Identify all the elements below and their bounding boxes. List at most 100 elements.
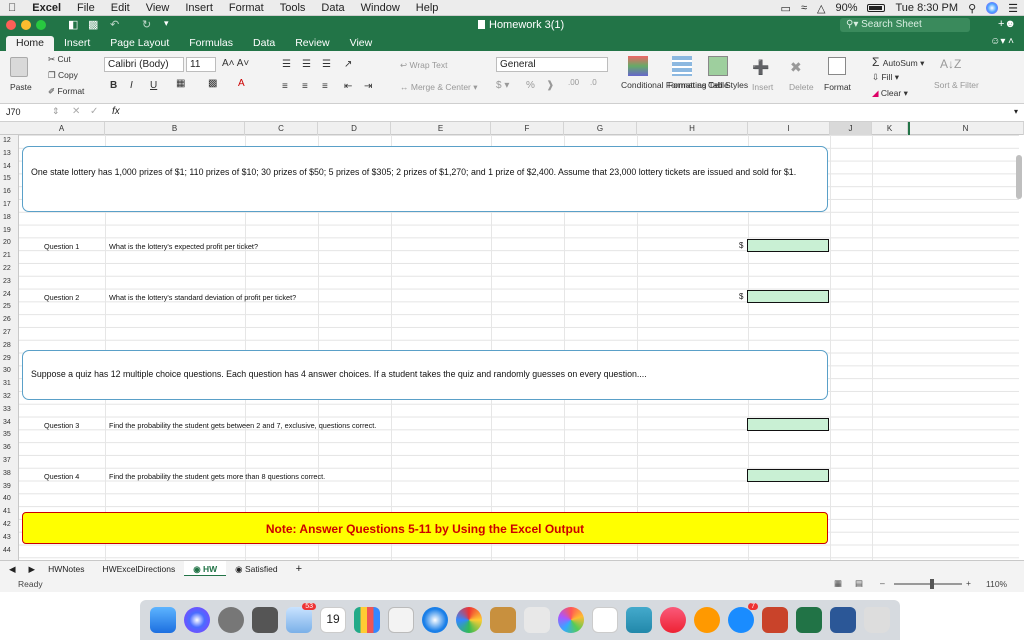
tab-review[interactable]: Review [285,36,339,51]
note-banner[interactable]: Note: Answer Questions 5-11 by Using the… [22,512,828,544]
itunes-icon[interactable] [660,607,686,633]
vertical-scrollbar-thumb[interactable] [1016,155,1022,199]
copy-button[interactable]: ❐ Copy [48,70,78,81]
paste-icon[interactable] [10,57,28,77]
zoom-level[interactable]: 110% [986,579,1007,589]
collapse-ribbon-icon[interactable]: ☺▾ ˄ [990,36,1014,47]
italic-button[interactable]: I [130,80,133,91]
row-header[interactable]: 39 [0,483,19,495]
excel-icon[interactable] [796,607,822,633]
delete-cells-button[interactable]: Delete [789,82,814,92]
format-painter-button[interactable]: ✐ Format [48,86,84,97]
font-color-icon[interactable]: A [238,78,245,89]
page-layout-view-icon[interactable]: ▤ [855,578,863,589]
siri-dock-icon[interactable] [184,607,210,633]
row-header[interactable]: 42 [0,521,19,533]
minimize-window-button[interactable] [21,20,31,30]
row-header[interactable]: 34 [0,419,19,431]
col-header-f[interactable]: F [491,122,564,135]
wifi-icon[interactable]: ≈ [801,2,807,14]
menu-view[interactable]: View [138,2,178,14]
menu-tools[interactable]: Tools [272,2,314,14]
sheet-tab-hwnotes[interactable]: HWNotes [39,561,93,577]
redo-icon[interactable]: ↻ [142,18,151,31]
word-icon[interactable] [830,607,856,633]
notes-folder-icon[interactable] [490,607,516,633]
col-header-j[interactable]: J [830,122,872,135]
q1-answer-cell[interactable] [747,239,829,252]
row-header[interactable]: 33 [0,406,19,418]
underline-button[interactable]: U [150,80,157,91]
notification-center-icon[interactable]: ☰ [1008,2,1018,15]
decrease-indent-icon[interactable]: ⇤ [344,81,352,92]
row-header[interactable]: 19 [0,227,19,239]
currency-icon[interactable]: $ ▾ [496,80,509,91]
row-header[interactable]: 14 [0,163,19,175]
align-bottom-icon[interactable]: ☰ [322,59,331,70]
name-box[interactable]: J70 [6,107,21,117]
orientation-icon[interactable]: ↗ [344,59,352,70]
borders-icon[interactable]: ▦ [176,78,185,89]
confirm-entry-icon[interactable]: ✓ [90,106,98,117]
safari-icon[interactable] [422,607,448,633]
col-header-b[interactable]: B [105,122,245,135]
display-icon[interactable]: ▭ [781,2,791,15]
number-format-select[interactable]: General [496,57,608,72]
search-sheet-input[interactable]: ⚲▾ Search Sheet [840,18,970,32]
col-header-g[interactable]: G [564,122,637,135]
row-header[interactable]: 23 [0,278,19,290]
merge-center-button[interactable]: ↔ Merge & Center ▾ [400,82,478,93]
clear-button[interactable]: ◢ Clear ▾ [872,88,908,99]
row-header[interactable]: 28 [0,342,19,354]
preview-icon[interactable] [524,607,550,633]
paste-button[interactable]: Paste [10,82,32,92]
chrome-icon[interactable] [456,607,482,633]
add-sheet-button[interactable]: + [287,561,311,577]
spotlight-icon[interactable]: ⚲ [968,2,976,15]
image-capture-icon[interactable] [592,607,618,633]
row-header[interactable]: 22 [0,265,19,277]
col-header-i[interactable]: I [748,122,830,135]
autosum-button[interactable]: Σ AutoSum ▾ [872,55,924,69]
zoom-slider[interactable] [894,583,962,585]
menu-excel[interactable]: Excel [24,2,69,14]
row-header[interactable]: 32 [0,393,19,405]
font-size-select[interactable]: 11 [186,57,216,72]
row-header[interactable]: 27 [0,329,19,341]
col-header-e[interactable]: E [391,122,491,135]
next-sheet-icon[interactable]: ▶ [25,561,40,577]
battery-icon[interactable] [867,4,886,12]
tab-formulas[interactable]: Formulas [179,36,243,51]
row-header[interactable]: 37 [0,457,19,469]
mail-icon[interactable]: 53 [286,603,316,633]
books-icon[interactable] [694,607,720,633]
menu-data[interactable]: Data [313,2,352,14]
fill-color-icon[interactable]: ▩ [208,78,217,89]
conditional-formatting-icon[interactable] [628,56,648,76]
delete-cells-icon[interactable]: ✖ [790,59,802,76]
zoom-out-button[interactable]: – [880,578,885,588]
q4-answer-cell[interactable] [747,469,829,482]
apple-menu-icon[interactable]:  [0,2,24,14]
row-header[interactable]: 24 [0,291,19,303]
prev-sheet-icon[interactable]: ◀ [0,561,25,577]
align-middle-icon[interactable]: ☰ [302,59,311,70]
share-icon[interactable]: +☻ [998,18,1016,30]
save-icon[interactable]: ▩ [88,18,98,31]
customize-toolbar-icon[interactable]: ▾ [164,18,169,29]
normal-view-icon[interactable]: ▦ [834,578,842,589]
increase-indent-icon[interactable]: ⇥ [364,81,372,92]
photos-icon[interactable] [558,607,584,633]
launchpad-icon[interactable] [252,607,278,633]
airplay-icon[interactable]: △ [817,2,825,15]
textedit-icon[interactable] [388,607,414,633]
row-header[interactable]: 20 [0,239,19,251]
row-header[interactable]: 38 [0,470,19,482]
col-header-c[interactable]: C [245,122,318,135]
col-header-n[interactable]: N [908,122,1024,135]
cut-button[interactable]: ✂ Cut [48,54,71,65]
powerpoint-icon[interactable] [762,607,788,633]
row-header[interactable]: 40 [0,495,19,507]
comma-icon[interactable]: ❱ [546,80,554,91]
fill-button[interactable]: ⇩ Fill ▾ [872,72,899,83]
